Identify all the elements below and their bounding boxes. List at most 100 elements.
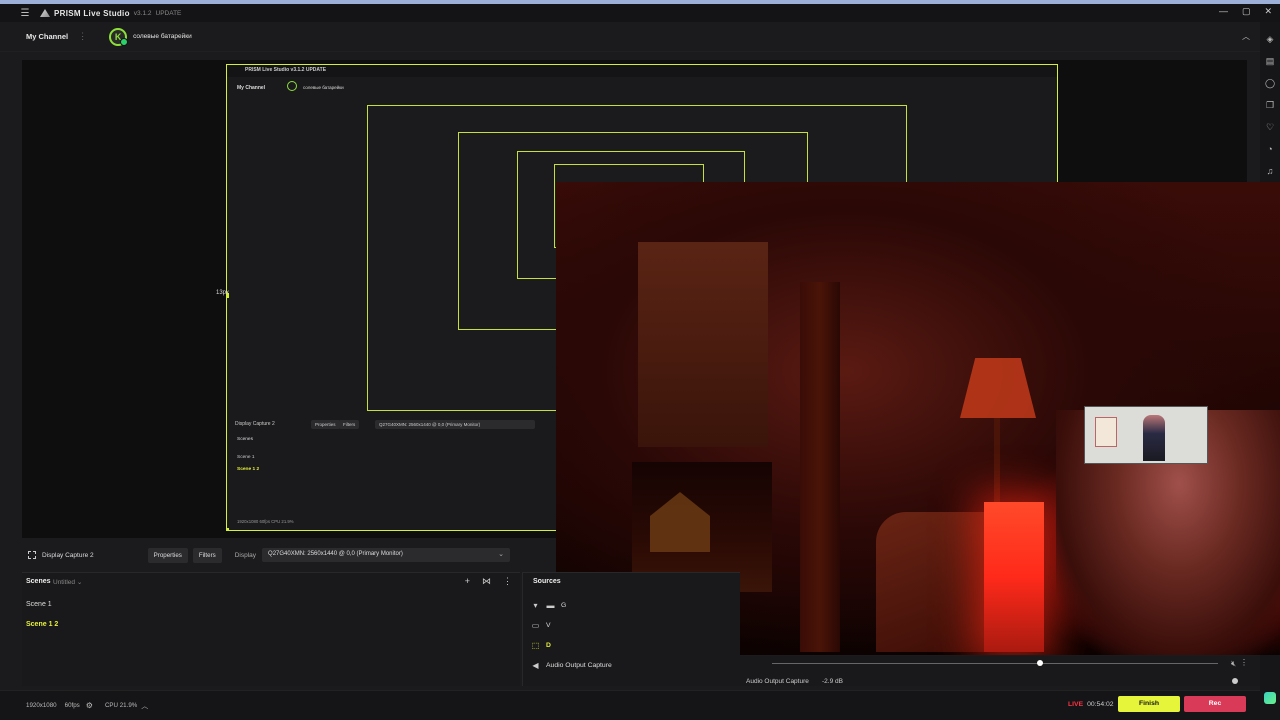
source-item[interactable]: ◀ Audio Output Capture <box>531 661 612 670</box>
source-label: V <box>546 622 551 629</box>
scene-collection-select[interactable]: Untitled ⌄ <box>53 578 82 586</box>
scenes-title: Scenes <box>26 578 51 585</box>
source-item[interactable]: ▭ V <box>531 621 551 630</box>
source-item-selected[interactable]: ⬚ D <box>531 641 551 650</box>
more-icon[interactable]: ⋮ <box>1240 658 1248 667</box>
door-shape <box>800 282 840 652</box>
video-icon: ▭ <box>531 621 540 630</box>
size-readout: 13px <box>216 290 230 296</box>
collapse-chevron-icon[interactable]: ︿ <box>1242 31 1250 42</box>
nested-scene-1: Scene 1 <box>237 455 255 460</box>
app-version: v3.1.2 <box>133 9 152 17</box>
nested-title-bar: PRISM Live Studio v3.1.2 UPDATE <box>227 65 1057 77</box>
source-label: Audio Output Capture <box>546 662 612 669</box>
scene-item[interactable]: Scene 1 <box>26 601 52 608</box>
resize-handle[interactable] <box>227 528 229 530</box>
volume-slider[interactable] <box>772 663 1218 664</box>
record-indicator-icon <box>1232 678 1238 684</box>
properties-button[interactable]: Properties <box>147 547 188 563</box>
nested-properties: Properties <box>311 420 340 429</box>
source-label: D <box>546 642 551 649</box>
nested-display-select: Q27G40XMN: 2560x1440 @ 0,0 (Primary Moni… <box>375 420 535 429</box>
app-title: PRISM Live Studio <box>54 8 130 18</box>
scenes-tools: + ⋈ ⋮ <box>465 576 512 587</box>
chat-icon[interactable]: ◯ <box>1265 78 1275 88</box>
tv-art <box>1095 417 1117 447</box>
live-time: 00:54:02 <box>1087 701 1114 708</box>
sources-title: Sources <box>533 578 561 585</box>
title-bar: ☰ PRISM Live Studio v3.1.2 UPDATE — ▢ ✕ <box>0 4 1280 22</box>
nested-avatar <box>287 81 297 91</box>
tv-figure <box>1143 415 1165 461</box>
chevron-up-icon[interactable]: ︿ <box>141 701 148 711</box>
source-item[interactable]: ▾ ▬ G <box>531 601 566 610</box>
nested-app-title: PRISM Live Studio v3.1.2 UPDATE <box>245 67 327 73</box>
maximize-button[interactable]: ▢ <box>1242 6 1251 17</box>
channel-bar: My Channel ⋮ K солевые батарейки ︿ <box>0 22 1260 52</box>
heart-icon[interactable]: ♡ <box>1265 122 1275 132</box>
finish-button[interactable]: Finish <box>1118 696 1180 712</box>
scene-collection-name: Untitled <box>53 579 76 586</box>
more-icon[interactable]: ⋮ <box>503 576 512 587</box>
channel-menu-icon[interactable]: ⋮ <box>78 31 87 42</box>
close-button[interactable]: ✕ <box>1264 6 1272 17</box>
nested-channel-name: солевые батарейки <box>303 85 344 90</box>
mixer-level: -2.9 dB <box>822 678 843 685</box>
channel-name: солевые батарейки <box>133 33 192 40</box>
nested-source-label: Display Capture 2 <box>235 421 275 427</box>
fps: 60fps <box>64 702 80 709</box>
resolution: 1920x1080 <box>26 702 57 709</box>
scene-template-icon[interactable]: ▤ <box>1265 56 1275 66</box>
nested-scenes-label: Scenes <box>237 437 253 442</box>
audio-mixer: 🔇︎ ⋮ Audio Output Capture -2.9 dB <box>740 656 1260 686</box>
sticker-icon[interactable]: ◔ <box>1265 144 1275 154</box>
rec-button[interactable]: Rec <box>1184 696 1246 712</box>
window-shape <box>638 242 768 447</box>
cpu-usage: CPU 21.9% <box>104 702 138 709</box>
add-scene-icon[interactable]: + <box>465 576 470 587</box>
gear-icon[interactable]: ⚙ <box>86 701 93 710</box>
nested-filters: Filters <box>339 420 360 429</box>
prism-lens-icon[interactable]: ◈ <box>1265 34 1275 44</box>
online-status-icon <box>120 37 129 46</box>
live-tag: LIVE <box>1068 701 1084 708</box>
music-icon[interactable]: ♫ <box>1265 166 1275 176</box>
channel-avatar[interactable]: K <box>109 27 129 46</box>
volume-knob[interactable] <box>1036 660 1043 666</box>
nested-channel-label: My Channel <box>237 85 266 91</box>
red-light <box>984 502 1044 652</box>
nested-scene-2: Scene 1 2 <box>237 467 260 472</box>
chevron-down-icon: ⌄ <box>498 551 505 558</box>
my-channel-label[interactable]: My Channel <box>26 32 68 41</box>
hamburger-menu-icon[interactable]: ☰ <box>16 8 34 19</box>
source-label: G <box>561 602 567 609</box>
lamp-shape <box>960 358 1036 418</box>
status-bar: 1920x1080 60fps ⚙ CPU 21.9% ︿ LIVE 00:54… <box>0 690 1260 720</box>
live-indicator: LIVE 00:54:02 <box>1068 701 1114 708</box>
layers-icon[interactable]: ❐ <box>1265 100 1275 110</box>
display-capture-icon <box>28 551 36 559</box>
display-select-value: Q27G40XMN: 2560x1440 @ 0,0 (Primary Moni… <box>268 551 403 557</box>
selected-source-name: Display Capture 2 <box>42 551 94 559</box>
chevron-down-icon[interactable]: ▾ <box>531 601 540 610</box>
nested-status: 1920x1080 60fps CPU 21.9% <box>237 519 294 524</box>
window-controls: — ▢ ✕ <box>1219 6 1272 17</box>
mute-icon[interactable]: 🔇︎ <box>1231 659 1236 669</box>
scene-item-active[interactable]: Scene 1 2 <box>26 621 58 628</box>
speaker-icon: ◀ <box>532 661 539 670</box>
source-toolbar: Display Capture 2 Properties Filters Dis… <box>22 545 556 565</box>
display-label: Display <box>234 551 257 559</box>
display-select[interactable]: Q27G40XMN: 2560x1440 @ 0,0 (Primary Moni… <box>262 548 511 562</box>
mixer-track-name: Audio Output Capture <box>746 678 809 685</box>
transition-icon[interactable]: ⋈ <box>482 576 491 587</box>
app-launcher-icon[interactable] <box>1264 692 1276 704</box>
sources-panel: Sources ▾ ▬ G ▭ V ⬚ D ◀ Audio Output Cap… <box>522 572 740 686</box>
filters-button[interactable]: Filters <box>192 547 222 563</box>
tv-screen <box>1084 406 1208 464</box>
folder-icon: ▬ <box>546 601 555 610</box>
prism-logo-icon <box>40 9 50 17</box>
display-capture-icon: ⬚ <box>531 641 540 650</box>
scenes-panel: Scenes Untitled ⌄ + ⋈ ⋮ Scene 1 Scene 1 … <box>22 572 520 686</box>
update-badge[interactable]: UPDATE <box>156 10 182 17</box>
minimize-button[interactable]: — <box>1219 6 1228 17</box>
